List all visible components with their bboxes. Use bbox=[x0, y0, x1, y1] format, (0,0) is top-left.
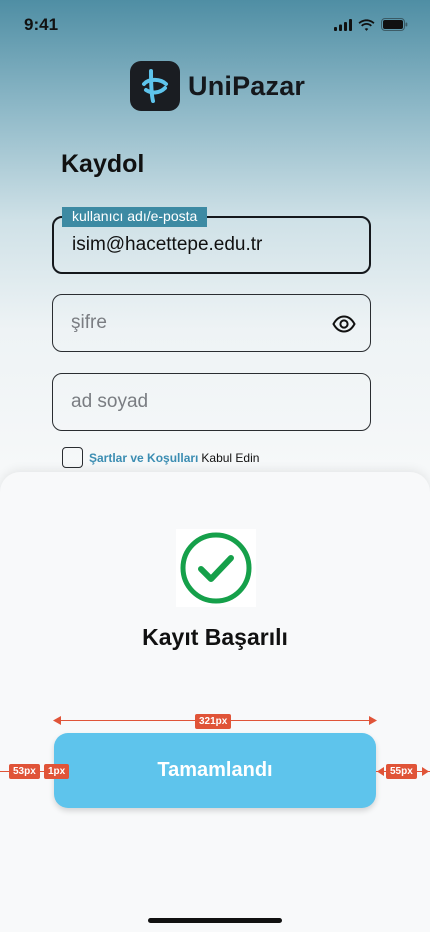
success-title: Kayıt Başarılı bbox=[142, 624, 288, 650]
terms-link[interactable]: Şartlar ve Koşulları bbox=[89, 451, 198, 465]
brand-name: UniPazar bbox=[188, 70, 306, 101]
home-indicator bbox=[148, 918, 282, 923]
width-measure-tag: 321px bbox=[195, 714, 232, 729]
fullname-field[interactable] bbox=[52, 373, 371, 431]
status-bar: 9:41 bbox=[0, 0, 430, 50]
right-measure-tag: 55px bbox=[386, 764, 417, 779]
measure-arrow-right-end-icon bbox=[422, 767, 429, 776]
terms-checkbox[interactable] bbox=[62, 447, 83, 468]
page-title: Kaydol bbox=[61, 150, 145, 178]
measure-arrow-left-icon bbox=[53, 716, 61, 725]
status-time: 9:41 bbox=[24, 15, 59, 34]
password-input[interactable] bbox=[71, 295, 331, 351]
password-field[interactable] bbox=[52, 294, 371, 352]
done-button[interactable]: Tamamlandı bbox=[54, 733, 376, 808]
terms-row: Şartlar ve Koşulları Kabul Edin bbox=[62, 447, 259, 468]
fullname-input[interactable] bbox=[71, 374, 331, 430]
brand: UniPazar bbox=[130, 61, 305, 111]
cellular-signal-icon bbox=[334, 18, 352, 31]
terms-text: Kabul Edin bbox=[201, 450, 260, 465]
app-logo-icon bbox=[130, 61, 180, 111]
left-measure-tag: 53px bbox=[9, 764, 40, 779]
measure-arrow-right-icon bbox=[369, 716, 377, 725]
eye-icon[interactable] bbox=[332, 315, 356, 333]
status-icons bbox=[334, 18, 408, 31]
measure-arrow-right-start-icon bbox=[377, 767, 384, 776]
success-check-icon bbox=[176, 529, 256, 607]
left-inner-measure-tag: 1px bbox=[44, 764, 70, 779]
username-field-label: kullanıcı adı/e-posta bbox=[62, 207, 208, 227]
battery-icon bbox=[381, 18, 408, 31]
wifi-icon bbox=[358, 18, 375, 31]
